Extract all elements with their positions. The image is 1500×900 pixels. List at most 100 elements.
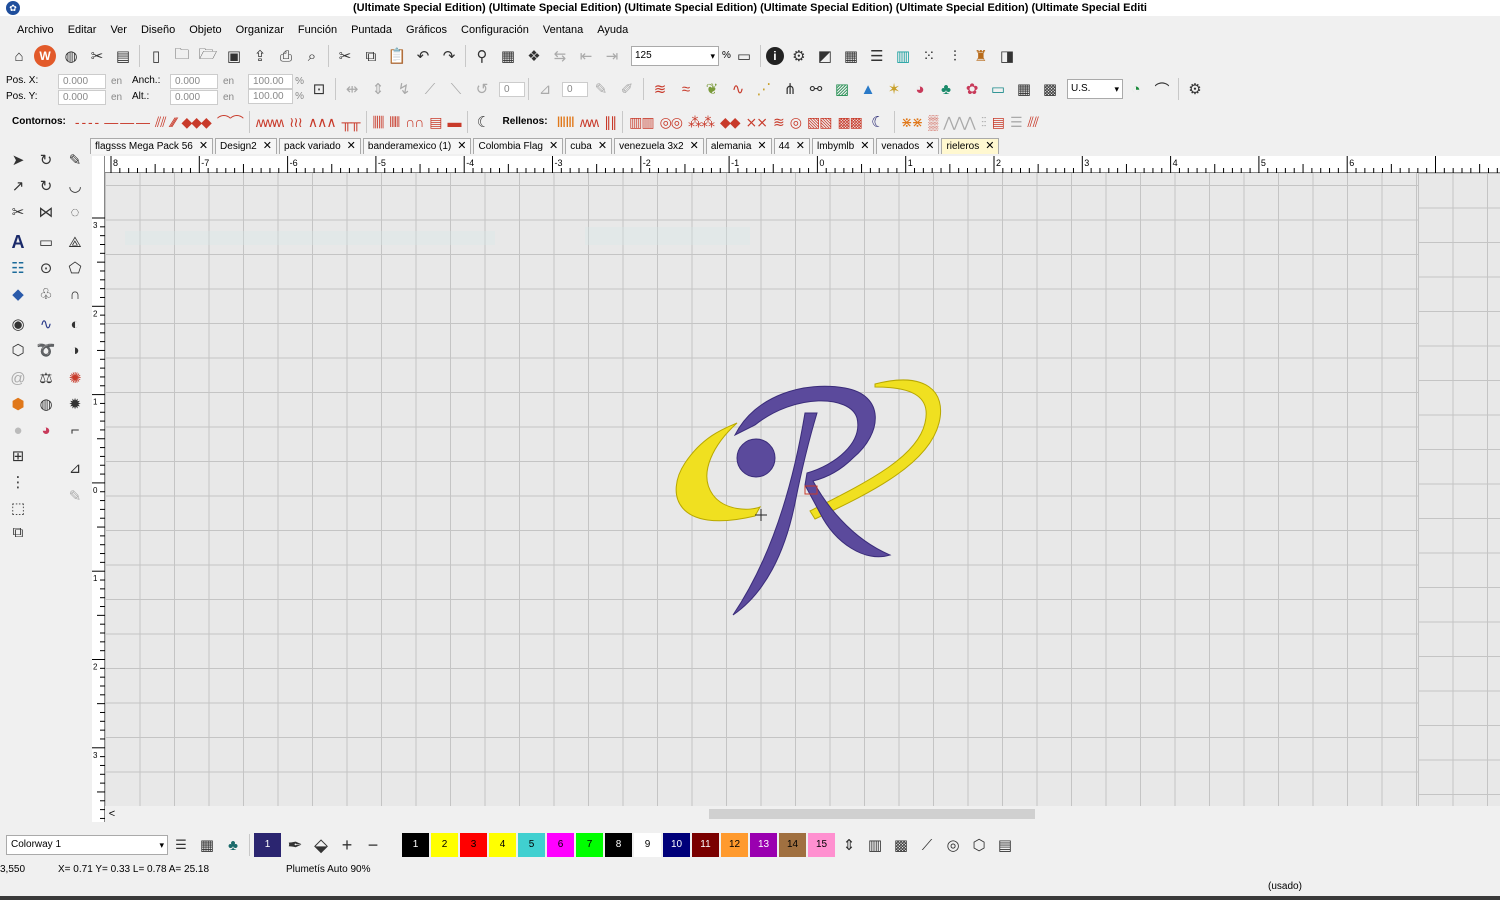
slant-field[interactable]: 0 [562,81,588,97]
zigzag-icon[interactable]: ∧∧∧ [308,114,337,131]
leaf-icon[interactable]: ❦ [701,78,723,100]
r-letter-dot[interactable] [736,438,776,478]
freehand-icon[interactable]: ➰ [34,338,58,362]
fill-cross-icon[interactable]: ⁂⁂ [688,114,715,131]
circle-split-icon[interactable]: ◑ [63,338,87,362]
close-icon[interactable]: ✕ [925,140,934,152]
fill-satin-icon[interactable]: ⅢⅢ [557,114,575,131]
menu-configuracion[interactable]: Configuración [454,20,536,40]
units-select[interactable]: U.S. [1067,79,1123,99]
realistic-view-icon[interactable]: ▦ [497,45,519,67]
line-tool-icon[interactable]: ⟋ [916,834,938,856]
spiral-icon[interactable]: @ [6,366,30,390]
scale-height-field[interactable]: 100.00 [248,89,294,104]
fill-zigzag-icon[interactable]: ∥∥ [604,114,617,131]
stippling-icon[interactable]: ⋰ [753,78,775,100]
monogram-icon[interactable]: ☷ [6,256,30,280]
fill-circle-icon[interactable]: ◎ [790,114,802,131]
fork-icon[interactable]: ⋔ [779,78,801,100]
export-icon[interactable]: ⇪ [249,45,271,67]
tab-flagsss-mega-pack[interactable]: flagsss Mega Pack 56 ✕ [90,138,214,154]
curve-draw-icon[interactable]: ∿ [34,312,58,336]
group-icon[interactable]: ⧉ [6,520,30,544]
close-icon[interactable]: ✕ [457,140,466,152]
library-icon[interactable]: ▤ [112,45,134,67]
bead-icon[interactable]: ∿ [727,78,749,100]
ladder-icon[interactable]: ╥╥ [342,114,361,130]
curve-tool-icon[interactable]: ⌒ [1151,78,1173,100]
close-icon[interactable]: ✕ [860,140,869,152]
zoom-select[interactable]: 125 [631,46,719,66]
settings-gear-icon[interactable]: ⚙ [1184,78,1206,100]
colorway-select[interactable]: Colorway 1 [6,835,168,855]
width-field[interactable]: 0.000 [170,73,218,89]
fill-diamond-icon[interactable]: ◆◆ [720,114,741,131]
sun-icon[interactable]: ✹ [63,392,87,416]
column-c-icon[interactable]: ∩∩ [405,114,424,130]
scrollbar-thumb[interactable] [709,809,1035,819]
ellipse-icon[interactable]: ⊙ [34,256,58,280]
close-icon[interactable]: ✕ [347,140,356,152]
hoop-icon[interactable]: ◍ [60,45,82,67]
thread-chart-icon[interactable]: ▥ [864,834,886,856]
fill-pattern-icon[interactable]: ▥▥ [629,114,654,131]
sequence-icon[interactable]: ⫶ [944,45,966,67]
tab-lmbymlb[interactable]: lmbymlb ✕ [811,138,875,154]
palette-swatch[interactable]: 2 [431,833,458,857]
tab-banderamexico[interactable]: banderamexico (1) ✕ [362,138,472,154]
dotted-grid-icon[interactable]: ⁙ [918,45,940,67]
fabric-bar-icon[interactable]: ▩ [890,834,912,856]
applique-icon[interactable]: ◕ [909,78,931,100]
fill-lines-icon[interactable]: ☰ [1010,114,1023,131]
stemstitch-icon[interactable]: ≀≀≀ [289,114,303,131]
tab-44[interactable]: 44 ✕ [773,138,810,154]
app-icon[interactable]: ✿ [6,1,20,15]
stamp-icon[interactable]: ♜ [970,45,992,67]
stitch-player-icon[interactable]: ⚲ [471,45,493,67]
add-color-icon[interactable]: + [336,834,358,856]
pos-x-field[interactable]: 0.000 [58,73,106,89]
knife-icon[interactable]: ✂ [6,200,30,224]
picture-icon[interactable]: ▨ [831,78,853,100]
fill-lattice-icon[interactable]: ▧▧ [807,114,832,131]
fill-feather-icon[interactable]: ⫽⫽ [1028,114,1039,131]
satin-outline-icon[interactable]: ⫽⫽ [155,114,166,131]
menu-editar[interactable]: Editar [61,20,104,40]
rotate-select-icon[interactable]: ↻ [34,174,58,198]
new-file-icon[interactable]: ▯ [145,45,167,67]
bean-stitch-icon[interactable]: ⁄⁄⁄ [172,114,177,130]
tab-alemania[interactable]: alemania ✕ [705,138,772,154]
cut-icon[interactable]: ✂ [334,45,356,67]
polygon-icon[interactable]: ⟁ [63,230,87,254]
design-canvas[interactable] [105,173,1418,806]
reshape-arrow-icon[interactable]: ↗ [6,174,30,198]
home-icon[interactable]: ⌂ [8,45,30,67]
lasso-icon[interactable]: ↻ [34,148,58,172]
column-e-icon[interactable]: ▬ [448,114,462,130]
fabric-icon[interactable]: ▥ [892,45,914,67]
shapes-library-icon[interactable]: ♧ [34,282,58,306]
undo-icon[interactable]: ↶ [412,45,434,67]
fill-spiral-icon[interactable]: ▒ [928,114,938,130]
fill-sketch-icon[interactable]: ⫶⫶ [981,114,987,131]
tab-design2[interactable]: Design2 ✕ [215,138,277,154]
target-icon[interactable]: ◉ [6,312,30,336]
hide-icon[interactable]: ◨ [996,45,1018,67]
wave-fill-icon[interactable]: ≈ [675,78,697,100]
column-a-icon[interactable]: ⫼⫼ [373,114,385,131]
travel-next-icon[interactable]: ⇥ [601,45,623,67]
fill-motif-icon[interactable]: ◎◎ [660,114,683,131]
travel-icon[interactable]: ⇆ [549,45,571,67]
copy-icon[interactable]: ⧉ [360,45,382,67]
frame-icon[interactable]: ▭ [987,78,1009,100]
grid-settings-icon[interactable]: ▦ [840,45,862,67]
spool-icon[interactable]: ▤ [994,834,1016,856]
paste-icon[interactable]: 📋 [386,45,408,67]
palette-swatch[interactable]: 14 [779,833,806,857]
menu-objeto[interactable]: Objeto [182,20,228,40]
tab-rieleros[interactable]: rieleros ✕ [941,138,1000,154]
palette-swatch[interactable]: 7 [576,833,603,857]
star-icon[interactable]: ✶ [883,78,905,100]
info-icon[interactable]: i [765,47,784,65]
menu-graficos[interactable]: Gráficos [399,20,454,40]
